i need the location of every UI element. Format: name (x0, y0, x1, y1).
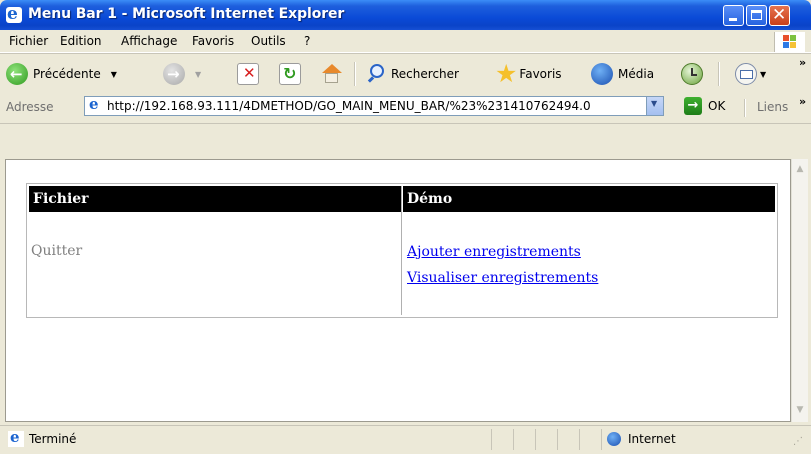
toolbar-chevron-icon[interactable]: » (799, 56, 806, 69)
status-bar: e Terminé Internet ⋰ (0, 425, 811, 454)
status-text: Terminé (29, 432, 77, 446)
links-chevron-icon[interactable]: » (799, 95, 806, 108)
chevron-down-icon: ▼ (651, 99, 658, 108)
home-button[interactable] (320, 62, 342, 86)
menu-link-ajouter-enregistrements[interactable]: Ajouter enregistrements (407, 244, 581, 260)
forward-arrow-icon: → (163, 63, 185, 85)
window-title: Menu Bar 1 - Microsoft Internet Explorer (28, 6, 345, 22)
vertical-scrollbar[interactable]: ▲ ▼ (791, 159, 808, 422)
mail-button[interactable]: ▼ (735, 62, 766, 86)
refresh-icon: ↻ (279, 63, 301, 85)
media-label: Média (618, 67, 655, 81)
standard-toolbar: ← Précédente ▼ → ▼ ✕ ↻ Rechercher ★ Favo… (0, 53, 811, 92)
favorites-star-icon: ★ (495, 59, 518, 88)
scroll-down-icon[interactable]: ▼ (792, 402, 808, 418)
stop-icon: ✕ (237, 63, 259, 85)
menu-bar: Fichier Edition Affichage Favoris Outils… (0, 30, 811, 53)
menu-affichage[interactable]: Affichage (121, 34, 177, 48)
media-icon (591, 63, 613, 85)
back-button[interactable]: ← Précédente ▼ (6, 62, 117, 86)
mail-dropdown-icon[interactable]: ▼ (760, 70, 766, 79)
maximize-icon (751, 10, 762, 20)
menu-link-visualiser-enregistrements[interactable]: Visualiser enregistrements (407, 270, 598, 286)
history-button[interactable] (681, 62, 703, 86)
menu-fichier[interactable]: Fichier (9, 34, 48, 48)
address-dropdown-button[interactable]: ▼ (646, 97, 663, 115)
close-icon: ✕ (772, 5, 787, 25)
back-arrow-icon: ← (6, 63, 28, 85)
maximize-button[interactable] (746, 5, 767, 26)
favorites-button[interactable]: ★ Favoris (495, 59, 562, 88)
back-label: Précédente (33, 67, 101, 81)
go-label: OK (708, 99, 726, 113)
search-label: Rechercher (391, 67, 459, 81)
minimize-button[interactable] (723, 5, 744, 26)
zone-text: Internet (628, 432, 676, 446)
page-done-icon: e (8, 428, 24, 447)
forward-dropdown-icon[interactable]: ▼ (195, 70, 201, 79)
forward-button[interactable]: → ▼ (163, 62, 201, 86)
scroll-up-icon[interactable]: ▲ (792, 161, 808, 177)
menu-table: Fichier Démo Quitter Ajouter enregistrem… (26, 183, 778, 318)
mail-icon (735, 63, 757, 85)
menu-help[interactable]: ? (304, 34, 310, 48)
menu-favoris[interactable]: Favoris (192, 34, 234, 48)
windows-logo-icon (774, 32, 805, 52)
refresh-button[interactable]: ↻ (279, 62, 301, 86)
internet-explorer-icon: e (6, 7, 22, 23)
favorites-label: Favoris (519, 67, 562, 81)
menu-edition[interactable]: Edition (60, 34, 102, 48)
search-icon (366, 63, 388, 85)
resize-grip-icon[interactable]: ⋰ (793, 436, 803, 447)
internet-zone-globe-icon (607, 432, 621, 446)
minimize-icon (729, 18, 737, 21)
address-label: Adresse (6, 100, 54, 114)
media-button[interactable]: Média (591, 62, 654, 86)
menu-item-quitter[interactable]: Quitter (31, 243, 82, 259)
address-input[interactable]: e http://192.168.93.111/4DMETHOD/GO_MAIN… (84, 95, 664, 116)
page-icon: e (87, 95, 103, 114)
address-bar: Adresse e http://192.168.93.111/4DMETHOD… (0, 91, 811, 124)
links-button[interactable]: Liens (757, 100, 788, 114)
go-arrow-icon: → (684, 97, 702, 115)
menu-outils[interactable]: Outils (251, 34, 286, 48)
go-button[interactable]: → OK (684, 97, 725, 115)
window-titlebar[interactable]: e Menu Bar 1 - Microsoft Internet Explor… (0, 0, 811, 30)
column-header-demo: Démo (403, 186, 775, 212)
stop-button[interactable]: ✕ (237, 62, 259, 86)
search-button[interactable]: Rechercher (366, 62, 459, 86)
column-header-fichier: Fichier (29, 186, 401, 212)
back-dropdown-icon[interactable]: ▼ (111, 70, 117, 79)
close-button[interactable]: ✕ (769, 5, 790, 26)
history-icon (681, 63, 703, 85)
address-url: http://192.168.93.111/4DMETHOD/GO_MAIN_M… (107, 99, 591, 113)
home-icon (320, 63, 342, 85)
